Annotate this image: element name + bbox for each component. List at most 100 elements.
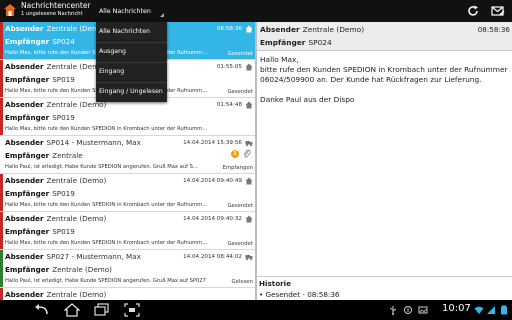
- sender-label: Absender: [5, 290, 44, 299]
- message-preview: Hallo Max, bitte rufe den Kunden SPEDION…: [5, 240, 208, 246]
- history-title: Historie: [259, 279, 292, 288]
- detail-recipient-label: Empfänger: [260, 38, 306, 47]
- message-preview: Hallo Max, bitte rufe den Kunden SPEDION…: [5, 202, 208, 208]
- history-item: • Gesendet - 08:58:36: [259, 290, 340, 299]
- message-sender: Absender Zentrale (Demo): [5, 176, 106, 185]
- message-list-item[interactable]: Absender SP014 - Mustermann, Max 14.04.201…: [0, 136, 255, 174]
- status-bar-indicator: [0, 212, 3, 249]
- sender-value: SP014 - Mustermann, Max: [46, 138, 141, 147]
- message-sender: Absender SP014 - Mustermann, Max: [5, 138, 141, 147]
- sender-label: Absender: [5, 62, 44, 71]
- app-logo-icon[interactable]: [3, 3, 17, 17]
- message-status: Gesendet: [227, 203, 253, 209]
- status-bar-indicator: [0, 174, 3, 211]
- detail-sender-value: Zentrale (Demo): [302, 25, 365, 34]
- message-list-item[interactable]: Absender Zentrale (Demo) 14.04.2014 09:40:…: [0, 174, 255, 212]
- recipient-value: Zentrale: [52, 151, 83, 160]
- home-nav-icon[interactable]: [64, 303, 80, 317]
- message-list-item[interactable]: Absender SP027 - Mustermann, Max 14.04.201…: [0, 250, 255, 288]
- system-navigation-bar: 10:07: [0, 300, 512, 320]
- sender-label: Absender: [5, 252, 44, 261]
- message-sender: Absender SP027 - Mustermann, Max: [5, 252, 141, 261]
- menu-item-label: Alle Nachrichten: [99, 28, 150, 35]
- compose-message-icon[interactable]: [491, 4, 505, 18]
- message-body: Hallo Max, bitte rufe den Kunden SPEDION…: [260, 55, 508, 104]
- recipient-value: SP019: [52, 227, 75, 236]
- message-recipient: Empfänger Zentrale (Demo): [5, 265, 112, 274]
- menu-item-all[interactable]: Alle Nachrichten: [96, 22, 167, 42]
- message-time: 08:58:36: [216, 26, 242, 32]
- message-recipient: Empfänger Zentrale: [5, 151, 83, 160]
- sender-label: Absender: [5, 100, 44, 109]
- filter-spinner[interactable]: Alle Nachrichten: [96, 3, 166, 20]
- message-sender: Absender Zentrale (Demo): [5, 24, 106, 33]
- recipient-label: Empfänger: [5, 189, 50, 198]
- signal-icon: [487, 306, 495, 314]
- status-clock: 10:07: [442, 303, 471, 314]
- menu-item-inbox-unread[interactable]: Eingang / Ungelesen: [96, 82, 167, 102]
- recipient-label: Empfänger: [5, 151, 50, 160]
- message-status: Gesendet: [227, 241, 253, 247]
- sender-value: Zentrale (Demo): [46, 176, 107, 185]
- message-recipient: Empfänger SP019: [5, 189, 75, 198]
- message-status: Empfangen: [222, 165, 253, 171]
- history-section: Historie • Gesendet - 08:58:36: [257, 276, 512, 301]
- status-bar-indicator: [0, 22, 3, 59]
- home-icon: [245, 177, 253, 185]
- screenshot-icon[interactable]: [124, 303, 140, 317]
- message-time: 01:54:48: [216, 102, 242, 108]
- sender-label: Absender: [5, 214, 44, 223]
- app-title: Nachrichtencenter: [21, 1, 91, 10]
- message-recipient: Empfänger SP019: [5, 227, 75, 236]
- message-detail: Absender Zentrale (Demo) 08:58:36 Empfäng…: [257, 22, 512, 300]
- status-bar-indicator: [0, 98, 3, 135]
- spinner-arrow-icon: [160, 13, 164, 17]
- detail-recipient: Empfänger SP024: [260, 38, 332, 47]
- message-list-item[interactable]: Absender Zentrale (Demo): [0, 288, 255, 300]
- wifi-icon: [474, 306, 484, 314]
- recipient-label: Empfänger: [5, 37, 50, 46]
- message-list-item[interactable]: Absender Zentrale (Demo) 01:54:48 Empfänger…: [0, 98, 255, 136]
- recipient-value: SP019: [52, 113, 75, 122]
- message-recipient: Empfänger SP024: [5, 37, 75, 46]
- home-icon: [245, 215, 253, 223]
- detail-sender-label: Absender: [260, 25, 300, 34]
- sender-label: Absender: [5, 176, 44, 185]
- filter-dropdown-menu: Alle Nachrichten Ausgang Eingang Eingang…: [96, 22, 167, 102]
- message-sender: Absender Zentrale (Demo): [5, 62, 106, 71]
- action-bar: Nachrichtencenter 1 ungelesene Nachricht…: [0, 0, 512, 22]
- recipient-label: Empfänger: [5, 75, 50, 84]
- message-status: Gesendet: [227, 51, 253, 57]
- filter-spinner-label: Alle Nachrichten: [99, 8, 151, 15]
- recipient-value: SP024: [52, 37, 75, 46]
- detail-sender: Absender Zentrale (Demo): [260, 25, 364, 34]
- sender-label: Absender: [5, 24, 44, 33]
- app-subtitle: 1 ungelesene Nachricht: [21, 11, 83, 17]
- message-status: Gesendet: [227, 89, 253, 95]
- sender-value: SP027 - Mustermann, Max: [46, 252, 141, 261]
- home-icon: [245, 25, 253, 33]
- recent-apps-icon[interactable]: [94, 303, 110, 317]
- message-time: 14.04.2014 15:39:56: [183, 140, 242, 146]
- message-sender: Absender Zentrale (Demo): [5, 290, 106, 299]
- refresh-icon[interactable]: [466, 4, 480, 18]
- status-bar-indicator: [0, 288, 3, 300]
- battery-icon: [501, 305, 507, 315]
- home-icon: [245, 63, 253, 71]
- recipient-label: Empfänger: [5, 113, 50, 122]
- paperclip-icon[interactable]: [243, 149, 251, 159]
- message-status: Gelesen: [231, 279, 253, 285]
- message-list-item[interactable]: Absender Zentrale (Demo) 14.04.2014 09:40:…: [0, 212, 255, 250]
- message-time: 14.04.2014 09:40:32: [183, 216, 242, 222]
- menu-item-inbox[interactable]: Eingang: [96, 62, 167, 82]
- detail-recipient-value: SP024: [308, 38, 332, 47]
- sender-value: Zentrale (Demo): [46, 290, 107, 299]
- message-time: 01:55:05: [216, 64, 242, 70]
- message-sender: Absender Zentrale (Demo): [5, 214, 106, 223]
- message-recipient: Empfänger SP019: [5, 75, 75, 84]
- back-icon[interactable]: [34, 303, 50, 317]
- message-preview: Hallo Paul, ist erledigt. Habe Kunde SPE…: [5, 278, 206, 284]
- truck-icon: [245, 255, 253, 261]
- menu-item-outbox[interactable]: Ausgang: [96, 42, 167, 62]
- message-recipient: Empfänger SP019: [5, 113, 75, 122]
